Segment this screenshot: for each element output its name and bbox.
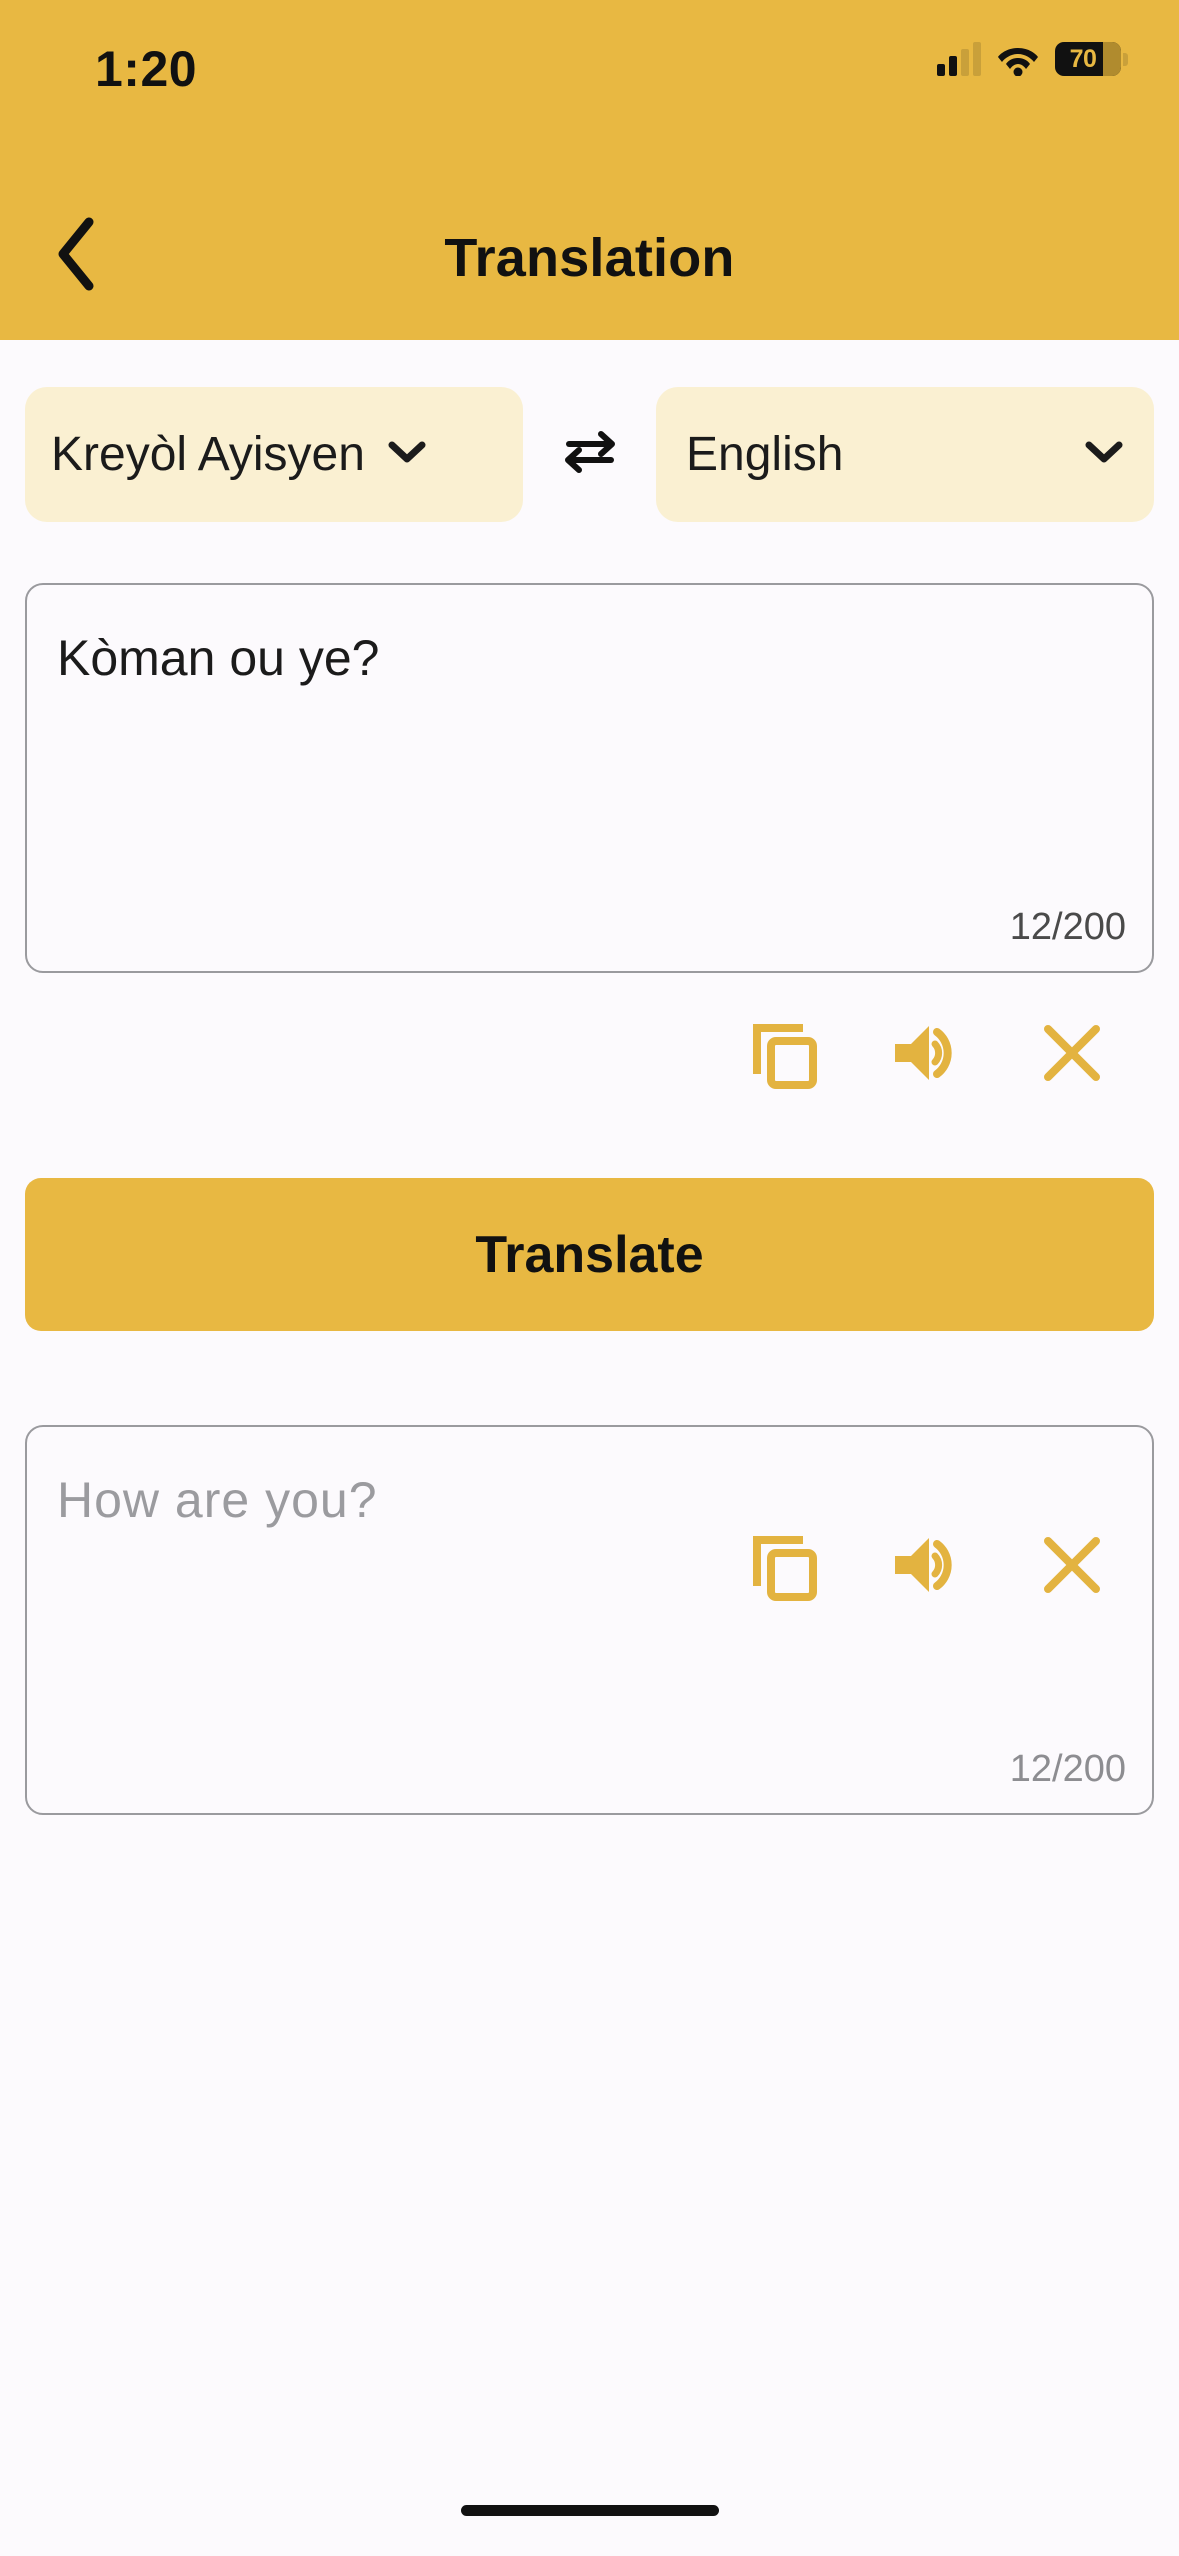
target-copy-button[interactable] — [738, 1521, 830, 1613]
cellular-signal-icon — [937, 42, 981, 76]
page-title: Translation — [444, 228, 735, 288]
target-speak-button[interactable] — [882, 1521, 974, 1613]
source-copy-button[interactable] — [738, 1009, 830, 1101]
speaker-icon — [889, 1530, 967, 1605]
swap-languages-button[interactable] — [523, 387, 656, 522]
close-icon — [1040, 1021, 1104, 1090]
source-text-value: Kòman ou ye? — [57, 630, 380, 686]
target-language-dropdown[interactable]: English — [656, 387, 1154, 522]
translate-button[interactable]: Translate — [25, 1178, 1154, 1331]
target-language-label: English — [686, 428, 844, 481]
battery-icon: 70 — [1055, 42, 1128, 76]
speaker-icon — [889, 1018, 967, 1093]
source-char-counter: 12/200 — [1009, 906, 1126, 948]
source-clear-button[interactable] — [1026, 1009, 1118, 1101]
swap-horizontal-icon — [559, 426, 621, 483]
wifi-icon — [997, 42, 1039, 77]
status-time: 1:20 — [95, 41, 198, 97]
battery-level-text: 70 — [1069, 44, 1097, 73]
navigation-bar: Translation — [0, 180, 1179, 340]
target-actions-row — [25, 1512, 1154, 1622]
chevron-down-icon — [387, 439, 427, 470]
source-text-input[interactable]: Kòman ou ye? 12/200 — [25, 583, 1154, 973]
source-language-label: Kreyòl Ayisyen — [51, 428, 365, 481]
chevron-down-icon — [1084, 439, 1124, 470]
language-selector-row: Kreyòl Ayisyen English — [25, 387, 1154, 522]
status-indicators: 70 — [937, 42, 1128, 77]
status-bar: 1:20 70 — [0, 0, 1179, 180]
target-char-counter: 12/200 — [1009, 1748, 1126, 1790]
source-language-dropdown[interactable]: Kreyòl Ayisyen — [25, 387, 523, 522]
source-speak-button[interactable] — [882, 1009, 974, 1101]
target-clear-button[interactable] — [1026, 1521, 1118, 1613]
source-actions-row — [25, 1000, 1154, 1110]
copy-icon — [747, 1016, 821, 1095]
translation-screen: 1:20 70 Translation Kreyòl Ayisyen Engli… — [0, 0, 1179, 2556]
close-icon — [1040, 1533, 1104, 1602]
home-indicator — [460, 2505, 719, 2516]
copy-icon — [747, 1528, 821, 1607]
